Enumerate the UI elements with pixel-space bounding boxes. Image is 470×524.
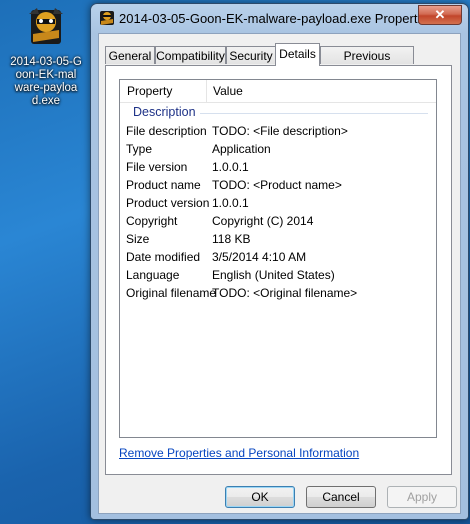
property-name: Size (126, 232, 150, 246)
properties-window: 2014-03-05-Goon-EK-malware-payload.exe P… (90, 3, 469, 520)
property-name: Product version (126, 196, 210, 210)
property-value: Application (212, 142, 271, 156)
details-list-view[interactable]: Property Value Description File descript… (119, 79, 437, 438)
details-tab-pane: Property Value Description File descript… (105, 65, 452, 475)
ok-button[interactable]: OK (225, 486, 295, 508)
property-name: Original filename (126, 286, 217, 300)
property-value: English (United States) (212, 268, 335, 282)
goon-ek-exe-icon (98, 9, 116, 27)
column-header-property[interactable]: Property (127, 80, 172, 102)
remove-properties-link[interactable]: Remove Properties and Personal Informati… (119, 446, 359, 460)
list-header: Property Value (120, 80, 436, 103)
property-name: Type (126, 142, 153, 156)
property-value: 1.0.0.1 (212, 196, 249, 210)
apply-button[interactable]: Apply (387, 486, 457, 508)
column-header-value[interactable]: Value (213, 80, 243, 102)
group-divider (200, 113, 428, 114)
property-value: 1.0.0.1 (212, 160, 249, 174)
desktop-file-icon[interactable]: 2014-03-05-G oon-EK-mal ware-payloa d.ex… (4, 4, 88, 108)
property-name: File version (126, 160, 188, 174)
property-name: Copyright (126, 214, 178, 228)
property-name: File description (126, 124, 207, 138)
property-value: TODO: <Original filename> (212, 286, 358, 300)
tab-general[interactable]: General (105, 46, 155, 64)
tab-security[interactable]: Security (226, 46, 276, 64)
close-button[interactable]: ✕ (418, 5, 462, 25)
property-name: Product name (126, 178, 201, 192)
goon-ek-exe-icon (23, 4, 69, 50)
property-value: TODO: <File description> (212, 124, 348, 138)
property-value: 118 KB (212, 232, 251, 246)
property-value: TODO: <Product name> (212, 178, 342, 192)
window-title: 2014-03-05-Goon-EK-malware-payload.exe P… (119, 11, 435, 26)
cancel-button[interactable]: Cancel (306, 486, 376, 508)
column-divider[interactable] (206, 80, 207, 102)
title-bar[interactable]: 2014-03-05-Goon-EK-malware-payload.exe P… (91, 4, 468, 32)
dialog-body: General Compatibility Security Details P… (98, 33, 461, 514)
tab-previous-versions[interactable]: Previous Versions (320, 46, 414, 81)
tab-details[interactable]: Details (275, 43, 320, 66)
property-name: Date modified (126, 250, 201, 264)
group-header-description[interactable]: Description (133, 105, 196, 119)
property-value: 3/5/2014 4:10 AM (212, 250, 307, 264)
close-icon: ✕ (434, 7, 446, 22)
property-value: Copyright (C) 2014 (212, 214, 314, 228)
desktop-file-label: 2014-03-05-G oon-EK-mal ware-payloa d.ex… (10, 56, 82, 107)
tab-compatibility[interactable]: Compatibility (155, 46, 226, 64)
property-name: Language (126, 268, 180, 282)
